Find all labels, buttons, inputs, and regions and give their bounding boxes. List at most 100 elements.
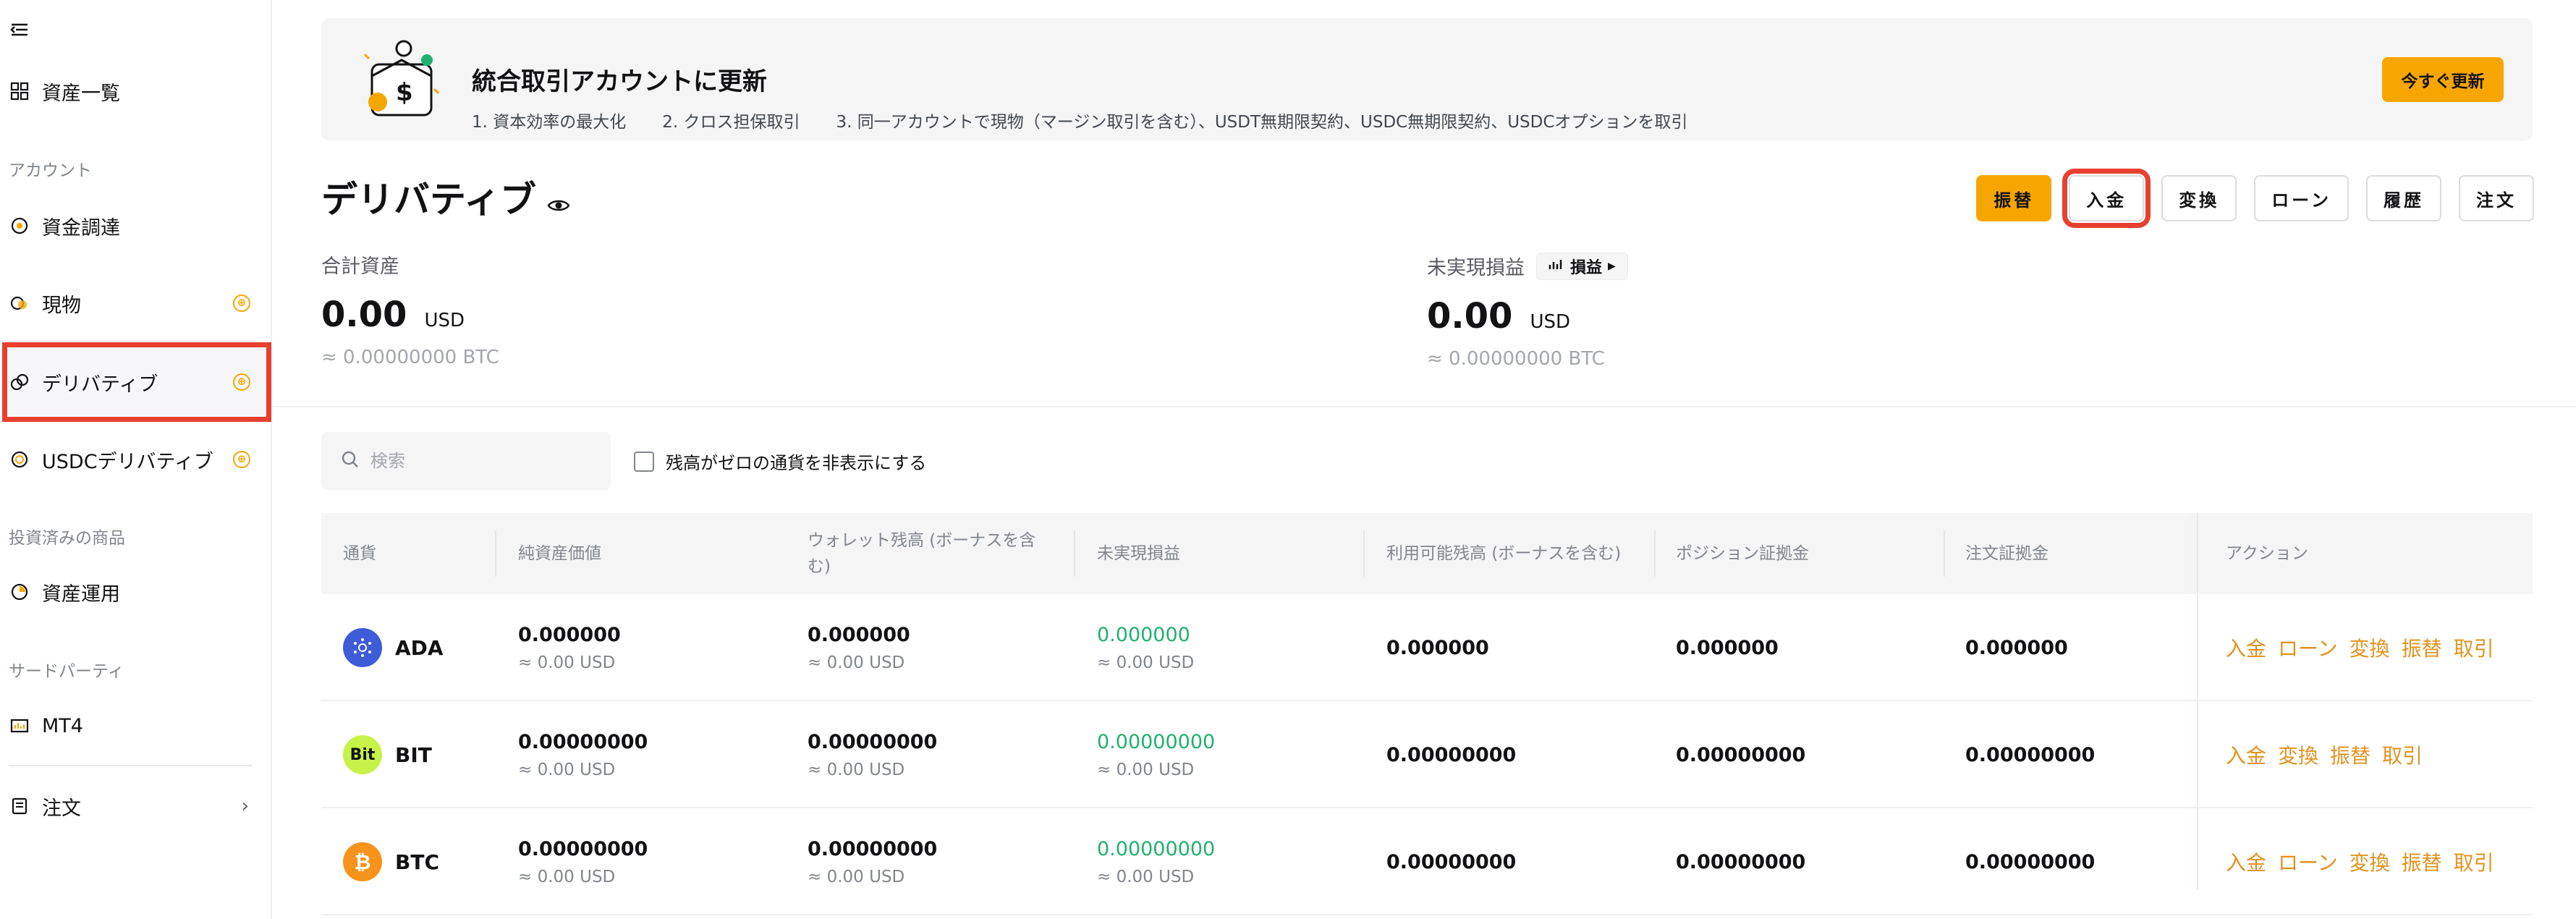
page-title: デリバティブ bbox=[321, 171, 571, 223]
add-badge-icon[interactable]: ⊕ bbox=[233, 451, 250, 468]
history-button[interactable]: 履歴 bbox=[2366, 175, 2441, 221]
row-trade-link[interactable]: 取引 bbox=[2382, 740, 2423, 769]
unrealized-pnl-value: 0.00 USD bbox=[1427, 296, 1628, 336]
position-margin-value: 0.000000 bbox=[1676, 636, 1779, 659]
order-margin-value: 0.00000000 bbox=[1965, 743, 2096, 766]
menu-collapse-icon[interactable] bbox=[9, 19, 30, 41]
orders-button[interactable]: 注文 bbox=[2459, 175, 2534, 221]
available-cell: 0.00000000 bbox=[1386, 701, 1516, 808]
page-title-text: デリバティブ bbox=[321, 179, 536, 221]
equity-usd: ≈ 0.00 USD bbox=[518, 867, 616, 886]
available-cell: 0.00000000 bbox=[1386, 808, 1516, 915]
search-input[interactable] bbox=[370, 451, 602, 471]
add-badge-icon[interactable]: ⊕ bbox=[233, 373, 250, 391]
row-transfer-link[interactable]: 振替 bbox=[2402, 633, 2442, 662]
mt4-icon bbox=[9, 715, 30, 737]
grid-icon bbox=[9, 80, 30, 102]
column-divider bbox=[1363, 530, 1365, 577]
sidebar-section-account: アカウント bbox=[9, 161, 92, 180]
row-deposit-link[interactable]: 入金 bbox=[2226, 740, 2266, 769]
hide-zero-label: 残高がゼロの通貨を非表示にする bbox=[666, 453, 927, 473]
convert-button[interactable]: 変換 bbox=[2161, 175, 2237, 221]
row-convert-link[interactable]: 変換 bbox=[2350, 847, 2390, 876]
row-deposit-link[interactable]: 入金 bbox=[2226, 633, 2266, 662]
section-divider bbox=[272, 406, 2576, 407]
loan-button[interactable]: ローン bbox=[2254, 175, 2349, 221]
sidebar-item-usdc-derivatives[interactable]: USDCデリバティブ ⊕ bbox=[0, 432, 272, 487]
unrealized-pnl-unit: USD bbox=[1530, 311, 1570, 333]
table-row: Bit BIT 0.00000000 ≈ 0.00 USD 0.00000000… bbox=[321, 701, 2533, 808]
pnl-analysis-chip[interactable]: 損益 ▶ bbox=[1536, 252, 1628, 280]
available-value: 0.000000 bbox=[1386, 636, 1489, 659]
wallet-cell: 0.00000000 ≈ 0.00 USD bbox=[808, 808, 937, 915]
sidebar-item-label: 注文 bbox=[42, 797, 81, 820]
upgrade-now-button[interactable]: 今すぐ更新 bbox=[2382, 57, 2504, 102]
wallet-value: 0.00000000 bbox=[808, 730, 938, 753]
column-header-actions: アクション bbox=[2226, 544, 2308, 563]
currency-cell: ADA bbox=[343, 594, 444, 701]
caret-right-icon: ▶ bbox=[1608, 260, 1616, 272]
upgrade-banner: $ 統合取引アカウントに更新 1. 資本効率の最大化 2. クロス担保取引 3.… bbox=[321, 18, 2533, 141]
equity-cell: 0.00000000 ≈ 0.00 USD bbox=[518, 701, 648, 808]
row-transfer-link[interactable]: 振替 bbox=[2402, 847, 2442, 876]
banner-feature-list: 1. 資本効率の最大化 2. クロス担保取引 3. 同一アカウントで現物（マージ… bbox=[472, 108, 1687, 132]
deposit-button[interactable]: 入金 bbox=[2062, 169, 2151, 228]
unrealized-pnl-label: 未実現損益 bbox=[1427, 257, 1525, 279]
row-trade-link[interactable]: 取引 bbox=[2454, 847, 2494, 876]
sidebar-item-derivatives[interactable]: デリバティブ ⊕ bbox=[0, 355, 272, 410]
earn-icon bbox=[9, 581, 30, 603]
sidebar-item-mt4[interactable]: MT4 bbox=[0, 698, 272, 753]
sidebar-item-funding[interactable]: 資金調達 bbox=[0, 198, 272, 253]
eye-icon[interactable] bbox=[546, 185, 571, 211]
row-actions: 入金 変換 振替 取引 bbox=[2226, 701, 2423, 808]
sidebar-item-assets-overview[interactable]: 資産一覧 bbox=[0, 64, 272, 119]
row-loan-link[interactable]: ローン bbox=[2278, 633, 2338, 662]
order-margin-value: 0.00000000 bbox=[1965, 850, 2096, 873]
row-deposit-link[interactable]: 入金 bbox=[2226, 847, 2266, 876]
available-value: 0.00000000 bbox=[1386, 743, 1517, 766]
transfer-button[interactable]: 振替 bbox=[1976, 175, 2052, 221]
row-transfer-link[interactable]: 振替 bbox=[2330, 740, 2370, 769]
total-assets-unit: USD bbox=[424, 310, 465, 331]
pnl-chip-label: 損益 bbox=[1570, 258, 1603, 277]
hide-zero-balance-toggle[interactable]: 残高がゼロの通貨を非表示にする bbox=[634, 449, 926, 474]
column-header-equity: 純資産価値 bbox=[518, 544, 601, 563]
search-icon bbox=[340, 449, 360, 473]
ada-logo-icon bbox=[343, 628, 382, 667]
column-divider bbox=[1654, 530, 1656, 577]
spot-icon bbox=[9, 292, 30, 314]
add-badge-icon[interactable]: ⊕ bbox=[233, 295, 250, 312]
total-assets-value: 0.00 USD bbox=[321, 295, 499, 335]
banner-title: 統合取引アカウントに更新 bbox=[472, 67, 767, 96]
upnl-cell: 0.00000000 ≈ 0.00 USD bbox=[1097, 701, 1215, 808]
sidebar-item-earn[interactable]: 資産運用 bbox=[0, 564, 272, 619]
btc-logo-icon: ₿ bbox=[343, 842, 382, 881]
sidebar-item-orders[interactable]: 注文 › bbox=[0, 779, 272, 834]
column-header-unrealized-pnl: 未実現損益 bbox=[1097, 544, 1180, 563]
position-margin-value: 0.00000000 bbox=[1676, 743, 1806, 766]
sticky-column-shadow bbox=[2197, 513, 2198, 889]
banner-point: 3. 同一アカウントで現物（マージン取引を含む）、USDT無期限契約、USDC無… bbox=[836, 113, 1688, 132]
banner-point: 1. 資本効率の最大化 bbox=[472, 113, 627, 132]
wallet-value: 0.00000000 bbox=[808, 837, 938, 860]
wallet-cell: 0.000000 ≈ 0.00 USD bbox=[808, 594, 910, 701]
available-value: 0.00000000 bbox=[1386, 850, 1517, 873]
row-trade-link[interactable]: 取引 bbox=[2454, 633, 2494, 662]
total-assets-amount: 0.00 bbox=[321, 295, 407, 335]
sidebar-item-spot[interactable]: 現物 ⊕ bbox=[0, 276, 272, 331]
coin-search[interactable] bbox=[321, 432, 611, 490]
wallet-value: 0.000000 bbox=[808, 623, 910, 646]
row-convert-link[interactable]: 変換 bbox=[2350, 633, 2390, 662]
upnl-value: 0.00000000 bbox=[1097, 730, 1216, 753]
chevron-right-icon[interactable]: › bbox=[242, 795, 249, 817]
currency-cell: ₿ BTC bbox=[343, 808, 439, 915]
column-divider bbox=[495, 530, 496, 577]
row-convert-link[interactable]: 変換 bbox=[2278, 740, 2318, 769]
row-loan-link[interactable]: ローン bbox=[2278, 847, 2338, 876]
unrealized-pnl-btc: ≈ 0.00000000 BTC bbox=[1427, 348, 1605, 370]
hide-zero-checkbox[interactable] bbox=[634, 451, 654, 472]
column-header-position-margin: ポジション証拠金 bbox=[1676, 544, 1809, 563]
table-row: ₿ BTC 0.00000000 ≈ 0.00 USD 0.00000000 ≈… bbox=[321, 808, 2533, 915]
account-action-bar: 振替 入金 変換 ローン 履歴 注文 bbox=[1976, 169, 2534, 228]
unrealized-pnl-amount: 0.00 bbox=[1427, 296, 1513, 336]
